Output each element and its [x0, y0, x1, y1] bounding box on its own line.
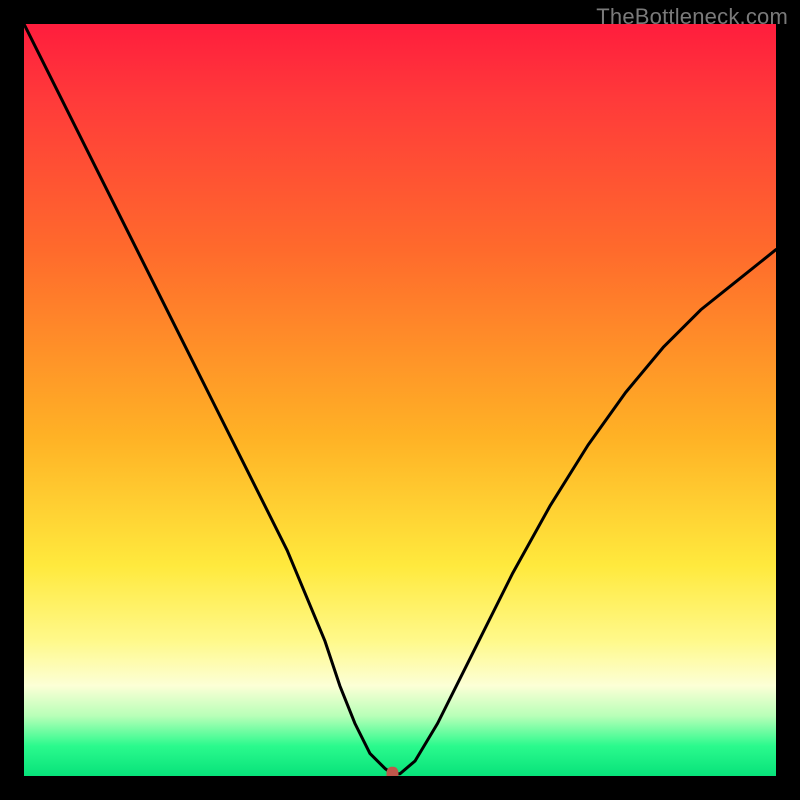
chart-svg — [24, 24, 776, 776]
bottleneck-curve — [24, 24, 776, 774]
chart-frame: TheBottleneck.com — [0, 0, 800, 800]
watermark-text: TheBottleneck.com — [596, 4, 788, 30]
plot-area — [24, 24, 776, 776]
optimal-marker — [386, 767, 398, 776]
